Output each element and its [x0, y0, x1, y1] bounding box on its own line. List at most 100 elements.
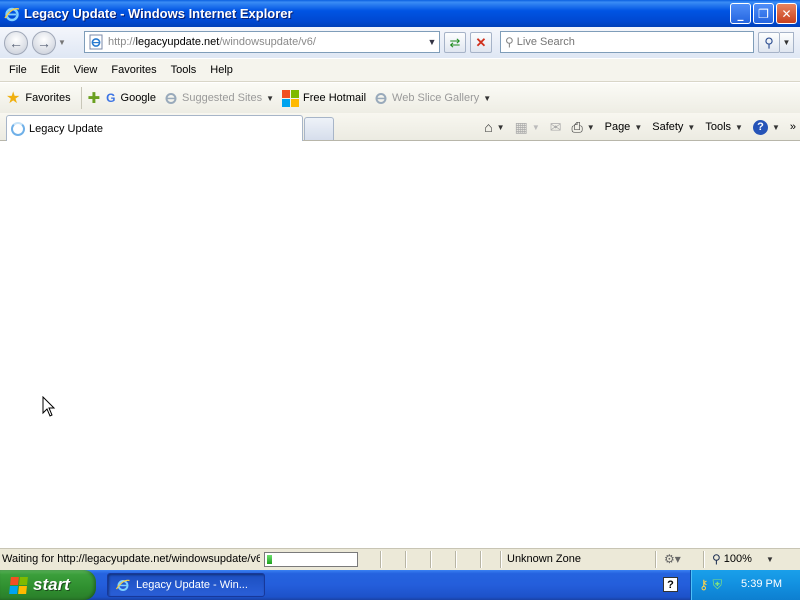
- print-button[interactable]: ⎙ ▼: [571, 119, 594, 136]
- minimize-button[interactable]: _: [730, 3, 751, 24]
- fav-link-label: Free Hotmail: [303, 92, 367, 104]
- toolbar-overflow-button[interactable]: »: [790, 121, 796, 133]
- page-menu-button[interactable]: Page ▼: [605, 121, 643, 133]
- command-bar: ⌂ ▼ ▦ ▼ ✉ ⎙ ▼ Page ▼ Safety ▼ Tools ▼ ? …: [474, 117, 796, 137]
- tab-label: Legacy Update: [29, 123, 103, 135]
- title-bar[interactable]: Legacy Update - Windows Internet Explore…: [0, 0, 800, 27]
- ie-icon: [116, 579, 130, 591]
- refresh-button[interactable]: ⇄: [444, 32, 466, 53]
- taskbar-item-ie[interactable]: Legacy Update - Win...: [107, 573, 265, 597]
- restore-button[interactable]: ❐: [753, 3, 774, 24]
- favorites-button[interactable]: ★ Favorites: [6, 87, 82, 109]
- close-icon: ✕: [781, 6, 792, 21]
- search-box[interactable]: ⚲: [500, 31, 754, 53]
- navigation-toolbar: ← → ▼ http://legacyupdate.net/windowsupd…: [0, 27, 800, 58]
- chevron-down-icon: ▼: [735, 122, 743, 132]
- address-bar[interactable]: http://legacyupdate.net/windowsupdate/v6…: [84, 31, 440, 53]
- status-divider: [480, 551, 481, 568]
- address-url[interactable]: http://legacyupdate.net/windowsupdate/v6…: [108, 36, 425, 48]
- fav-link-google[interactable]: G Google: [106, 91, 156, 105]
- fav-link-free-hotmail[interactable]: Free Hotmail: [282, 89, 367, 107]
- add-to-favorites-bar-icon[interactable]: ✚: [88, 89, 101, 107]
- chevron-down-icon: ▼: [586, 122, 595, 132]
- chevron-down-icon: ▼: [496, 122, 505, 132]
- rss-feed-icon: ▦: [514, 118, 528, 135]
- zoom-icon: ⚲: [712, 552, 721, 566]
- chevron-down-icon: ▼: [531, 122, 540, 132]
- menu-tools[interactable]: Tools: [164, 64, 204, 76]
- ie-logo-icon: [4, 7, 20, 21]
- menu-edit[interactable]: Edit: [34, 64, 67, 76]
- close-button[interactable]: ✕: [776, 3, 797, 24]
- menu-view[interactable]: View: [67, 64, 105, 76]
- status-text: Waiting for http://legacyupdate.net/wind…: [2, 553, 260, 565]
- help-tray-icon[interactable]: ?: [663, 577, 678, 592]
- home-button[interactable]: ⌂ ▼: [484, 119, 504, 135]
- url-prefix: http://: [108, 36, 136, 48]
- menu-favorites[interactable]: Favorites: [104, 64, 163, 76]
- fav-link-suggested-sites[interactable]: Suggested Sites ▼: [164, 91, 274, 105]
- progress-bar: [264, 552, 358, 567]
- new-tab-button[interactable]: [304, 117, 334, 140]
- tab-legacy-update[interactable]: Legacy Update: [6, 115, 303, 142]
- window-title: Legacy Update - Windows Internet Explore…: [24, 6, 293, 21]
- fav-link-web-slice-gallery[interactable]: Web Slice Gallery ▼: [374, 91, 491, 105]
- status-divider: [455, 551, 456, 568]
- search-options-dropdown[interactable]: ▼: [780, 32, 794, 53]
- read-mail-button[interactable]: ✉: [550, 119, 562, 136]
- zoom-button[interactable]: ⚲ 100% ▼: [712, 552, 774, 566]
- protected-mode-icon[interactable]: ⚙▾: [664, 552, 681, 566]
- feeds-button[interactable]: ▦ ▼: [515, 119, 540, 136]
- back-button[interactable]: ←: [4, 30, 28, 55]
- zoom-level: 100%: [723, 553, 752, 565]
- windows-logo-icon: [282, 89, 300, 107]
- fav-link-label: Suggested Sites: [182, 92, 263, 104]
- url-host: legacyupdate.net: [135, 36, 220, 48]
- chevron-down-icon: ▼: [634, 122, 643, 132]
- page-content[interactable]: [0, 141, 800, 548]
- security-shield-tray-icon[interactable]: ⛨: [713, 577, 723, 593]
- clock[interactable]: 5:39 PM: [741, 578, 782, 590]
- menu-help[interactable]: Help: [203, 64, 240, 76]
- windows-flag-icon: [9, 576, 28, 594]
- forward-button[interactable]: →: [32, 30, 56, 55]
- address-dropdown-button[interactable]: ▼: [425, 32, 439, 52]
- ie-page-icon: [89, 34, 103, 50]
- stop-icon: ✕: [475, 34, 487, 50]
- search-input[interactable]: [516, 36, 737, 48]
- chevron-double-right-icon: »: [789, 121, 796, 133]
- search-button[interactable]: ⚲: [758, 32, 780, 53]
- chevron-down-icon: ▼: [687, 122, 696, 132]
- star-icon: ★: [6, 90, 21, 107]
- status-divider: [380, 551, 381, 568]
- network-tray-icon[interactable]: ⚷: [699, 577, 709, 593]
- status-bar: Waiting for http://legacyupdate.net/wind…: [0, 548, 800, 570]
- security-zone[interactable]: Unknown Zone: [507, 553, 581, 565]
- fav-link-label: Web Slice Gallery: [392, 92, 480, 104]
- favorites-label: Favorites: [25, 92, 71, 104]
- recent-pages-dropdown[interactable]: ▼: [58, 38, 66, 47]
- ie-icon: [165, 93, 177, 104]
- system-tray: ⚷ ⛨ 5:39 PM: [690, 570, 800, 600]
- back-arrow-icon: ←: [9, 34, 23, 51]
- favorites-bar: ★ Favorites ✚ G Google Suggested Sites ▼…: [0, 83, 800, 113]
- stop-button[interactable]: ✕: [470, 32, 492, 53]
- magnifier-icon: ⚲: [764, 34, 774, 50]
- tools-menu-button[interactable]: Tools ▼: [705, 121, 743, 133]
- taskbar-item-label: Legacy Update - Win...: [136, 579, 248, 591]
- help-menu-button[interactable]: ? ▼: [752, 119, 780, 135]
- page-menu-label: Page: [604, 121, 631, 133]
- status-divider: [405, 551, 406, 568]
- restore-icon: ❐: [758, 6, 769, 21]
- minimize-icon: _: [737, 6, 744, 21]
- status-divider: [430, 551, 431, 568]
- start-label: start: [33, 575, 70, 594]
- chevron-down-icon: ▼: [782, 38, 791, 47]
- home-icon: ⌂: [484, 119, 493, 135]
- start-button[interactable]: start: [0, 570, 96, 600]
- chevron-down-icon: ▼: [266, 93, 275, 103]
- safety-menu-button[interactable]: Safety ▼: [652, 121, 695, 133]
- menu-bar: File Edit View Favorites Tools Help: [0, 58, 800, 82]
- menu-file[interactable]: File: [2, 64, 34, 76]
- mouse-cursor-icon: [42, 396, 56, 417]
